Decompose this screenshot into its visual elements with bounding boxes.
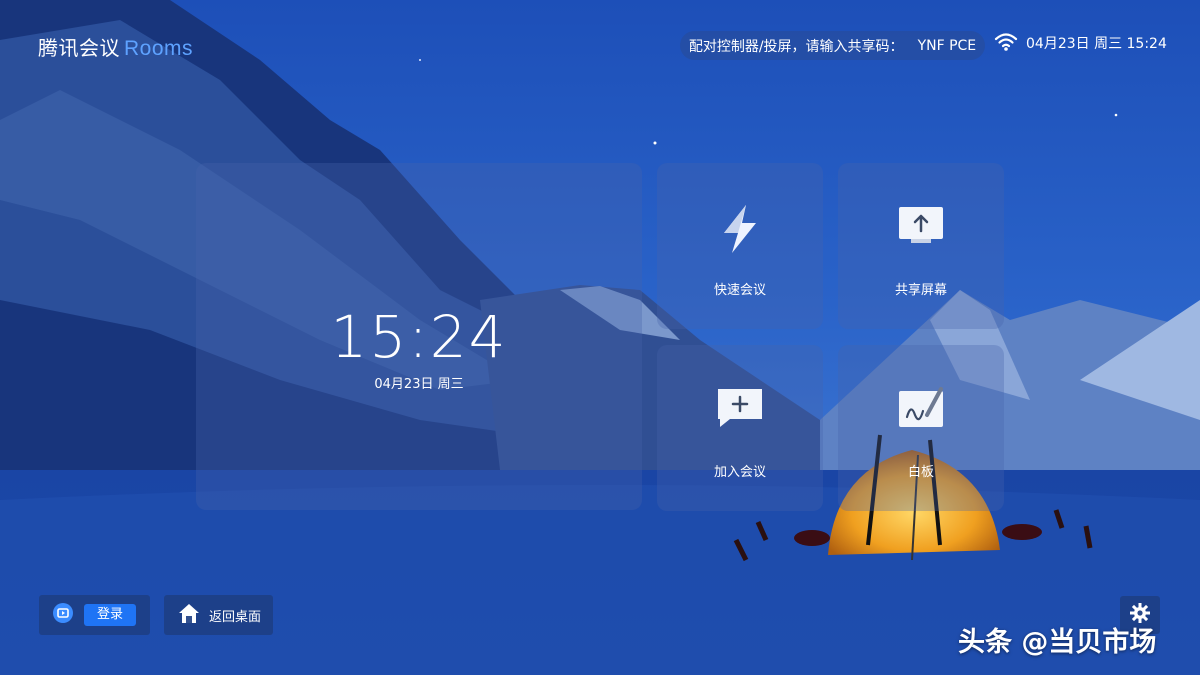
- quick-meeting-label: 快速会议: [713, 283, 766, 298]
- brand-suffix: Rooms: [124, 37, 194, 60]
- pairing-prompt: 配对控制器/投屏，请输入共享码：: [688, 38, 904, 55]
- share-code: YNF PCE: [917, 37, 977, 54]
- home-icon: [177, 602, 201, 628]
- return-desktop-label: 返回桌面: [209, 609, 262, 625]
- clock-panel: 15:24 04月23日 周三: [196, 163, 642, 510]
- quick-meeting-button[interactable]: 快速会议: [657, 163, 823, 329]
- lightning-icon: [716, 203, 764, 259]
- meeting-logo-icon: [52, 602, 74, 628]
- share-screen-button[interactable]: 共享屏幕: [838, 163, 1004, 329]
- login-button[interactable]: 登录: [84, 604, 137, 626]
- join-meeting-button[interactable]: 加入会议: [657, 345, 823, 511]
- share-screen-label: 共享屏幕: [894, 283, 947, 298]
- return-desktop-button[interactable]: 返回桌面: [164, 595, 273, 635]
- whiteboard-icon: [897, 385, 945, 435]
- pairing-code-banner: 配对控制器/投屏，请输入共享码： YNF PCE: [680, 31, 985, 60]
- share-screen-icon: [897, 203, 945, 249]
- clock-time: 15:24: [330, 303, 508, 371]
- header-datetime: 04月23日 周三 15:24: [1026, 36, 1167, 52]
- whiteboard-label: 白板: [907, 465, 934, 480]
- wifi-icon: [994, 31, 1018, 53]
- clock-date: 04月23日 周三: [374, 377, 464, 392]
- login-panel: 登录: [39, 595, 150, 635]
- brand-name: 腾讯会议: [38, 36, 120, 60]
- join-meeting-label: 加入会议: [713, 465, 766, 480]
- join-meeting-icon: [716, 385, 764, 435]
- app-brand: 腾讯会议 Rooms: [38, 32, 193, 61]
- watermark-text: 头条 @当贝市场: [958, 627, 1157, 658]
- whiteboard-button[interactable]: 白板: [838, 345, 1004, 511]
